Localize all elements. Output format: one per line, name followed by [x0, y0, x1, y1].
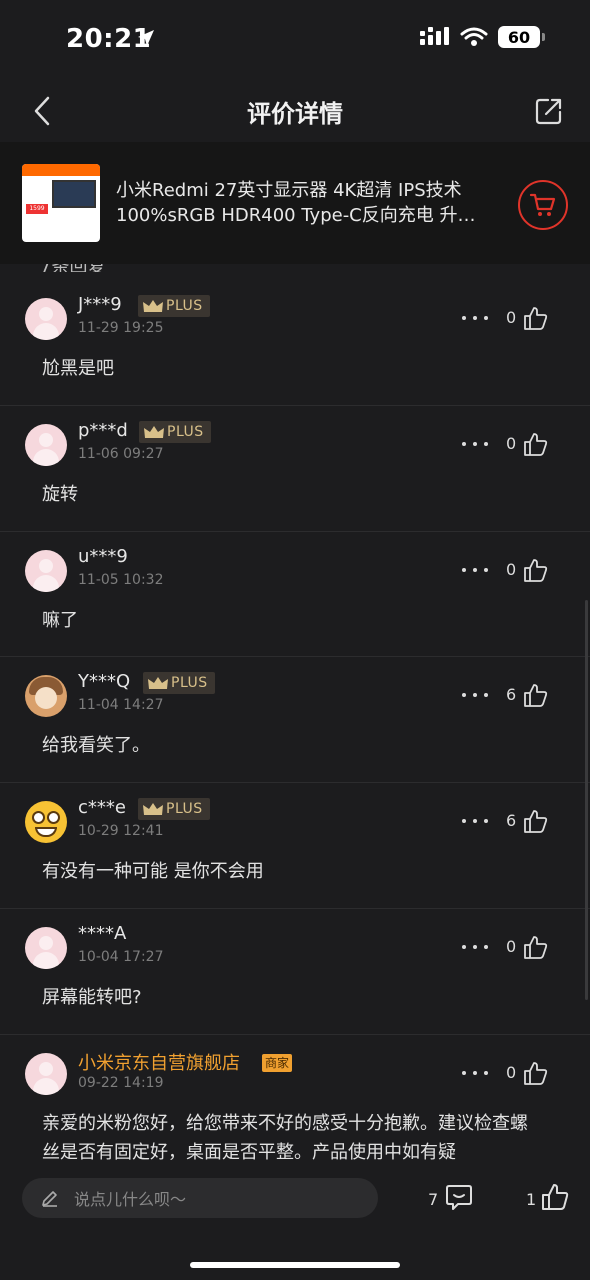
home-indicator	[190, 1262, 400, 1268]
nav-bar: 评价详情	[0, 80, 590, 142]
comment-text: 旋转	[42, 483, 78, 505]
comment-date: 11-05 10:32	[78, 571, 164, 588]
avatar[interactable]	[25, 298, 67, 340]
page-title: 评价详情	[247, 100, 343, 128]
comment-username[interactable]: J***9	[78, 294, 122, 315]
store-reply-text: 亲爱的米粉您好，给您带来不好的感受十分抱歉。建议检查螺丝是否有固定好，桌面是否平…	[42, 1112, 528, 1163]
product-card[interactable]: 1599 小米Redmi 27英寸显示器 4K超清 IPS技术 100%sRGB…	[0, 142, 590, 264]
comment-username[interactable]: ****A	[78, 923, 126, 944]
comment-text: 尬黑是吧	[42, 358, 114, 379]
avatar[interactable]	[25, 675, 67, 718]
avatar[interactable]	[25, 801, 67, 844]
plus-label: PLUS	[167, 423, 204, 440]
thumbnail-price: 1599	[26, 204, 48, 214]
more-options-icon[interactable]	[462, 937, 488, 957]
thumbs-up-icon[interactable]	[540, 1182, 570, 1212]
comment-list: J***9 PLUS 11-29 19:25 0 尬黑是吧 p***d PLUS 11-06 …	[0, 280, 590, 1185]
crown-icon	[143, 803, 163, 816]
comment-username[interactable]: Y***Q	[78, 671, 130, 692]
comment-input-placeholder: 说点儿什么呗～	[74, 1190, 187, 1209]
comment-item: J***9 PLUS 11-29 19:25 0 尬黑是吧	[0, 280, 590, 406]
plus-label: PLUS	[166, 801, 203, 818]
comment-item: p***d PLUS 11-06 09:27 0 旋转	[0, 406, 590, 532]
store-name[interactable]: 小米京东自营旗舰店	[78, 1049, 240, 1075]
more-options-icon[interactable]	[462, 685, 488, 705]
crown-icon	[144, 425, 164, 438]
like-count: 0	[506, 308, 517, 327]
plus-badge: PLUS	[138, 798, 210, 821]
comment-date: 11-29 19:25	[78, 320, 164, 336]
plus-badge: PLUS	[143, 672, 215, 695]
like-count: 0	[506, 433, 517, 453]
comment-date: 10-04 17:27	[78, 948, 164, 965]
cart-icon	[529, 193, 556, 216]
wifi-icon	[460, 27, 488, 46]
comment-date: 09-22 14:19	[78, 1074, 164, 1091]
plus-label: PLUS	[166, 298, 203, 314]
comment-username[interactable]: u***9	[78, 546, 128, 567]
battery-indicator: 60	[498, 26, 545, 48]
comment-date: 10-29 12:41	[78, 823, 164, 840]
thumbs-up-icon[interactable]	[522, 682, 548, 708]
thumbs-up-icon[interactable]	[522, 557, 548, 583]
comment-username[interactable]: p***d	[78, 420, 128, 441]
total-like-count: 1	[526, 1190, 537, 1209]
more-options-icon[interactable]	[462, 1063, 488, 1083]
plus-badge: PLUS	[139, 420, 211, 443]
crown-icon	[143, 300, 163, 312]
like-count: 6	[506, 685, 517, 705]
thumbs-up-icon[interactable]	[522, 1060, 548, 1086]
merchant-badge: 商家	[262, 1053, 293, 1072]
comment-date: 11-04 14:27	[78, 697, 164, 714]
like-count: 6	[506, 811, 517, 831]
more-options-icon[interactable]	[462, 434, 488, 454]
comment-date: 11-06 09:27	[78, 445, 164, 462]
avatar[interactable]	[25, 549, 67, 592]
comment-item: c***e PLUS 10-29 12:41 6 有没有一种可能 是你不会用	[0, 783, 590, 909]
avatar[interactable]	[25, 926, 67, 969]
thumbs-up-icon[interactable]	[522, 431, 548, 457]
store-reply-item: 小米京东自营旗舰店 商家 09-22 14:19 0 亲爱的米粉您好，给您带来不好的感受…	[0, 1035, 590, 1185]
comment-count: 7	[428, 1190, 439, 1209]
more-options-icon[interactable]	[462, 560, 488, 580]
comment-text: 屏幕能转吧?	[42, 986, 142, 1008]
more-options-icon[interactable]	[462, 811, 488, 831]
scrollbar[interactable]	[585, 600, 588, 1000]
crown-icon	[148, 677, 168, 690]
reply-count-wrap: 7条回复	[0, 264, 590, 278]
bottom-bar: 说点儿什么呗～ 7 1	[0, 1164, 590, 1280]
comment-text: 有没有一种可能 是你不会用	[42, 861, 264, 883]
like-count: 0	[506, 559, 517, 579]
pen-icon	[42, 1191, 57, 1207]
comment-item: ****A 10-04 17:27 0 屏幕能转吧?	[0, 909, 590, 1035]
comment-text: 嘛了	[42, 609, 78, 631]
add-to-cart-button[interactable]	[518, 180, 568, 230]
status-bar: 20:21 60	[0, 0, 590, 80]
location-arrow-icon	[138, 30, 154, 46]
avatar[interactable]	[25, 1052, 67, 1095]
product-thumbnail[interactable]: 1599	[22, 164, 100, 242]
comment-item: Y***Q PLUS 11-04 14:27 6 给我看笑了。	[0, 657, 590, 784]
reply-count: 7条回复	[40, 264, 105, 272]
comment-username[interactable]: c***e	[78, 797, 126, 818]
like-count: 0	[506, 936, 517, 956]
comment-text: 给我看笑了。	[42, 735, 150, 757]
thumbs-up-icon[interactable]	[522, 808, 548, 834]
like-count: 0	[506, 1062, 517, 1082]
comment-item: u***9 11-05 10:32 0 嘛了	[0, 532, 590, 658]
status-icons: 60	[420, 26, 545, 48]
comment-input[interactable]: 说点儿什么呗～	[22, 1178, 378, 1218]
comment-icon[interactable]	[444, 1182, 474, 1212]
thumbs-up-icon[interactable]	[522, 934, 548, 960]
avatar[interactable]	[25, 423, 67, 466]
product-title[interactable]: 小米Redmi 27英寸显示器 4K超清 IPS技术 100%sRGB HDR4…	[116, 178, 500, 228]
plus-badge: PLUS	[138, 295, 210, 317]
share-icon[interactable]	[534, 96, 564, 126]
cellular-signal-icon	[420, 27, 449, 45]
thumbs-up-icon[interactable]	[522, 305, 548, 331]
more-options-icon[interactable]	[462, 308, 488, 328]
plus-label: PLUS	[171, 675, 208, 692]
